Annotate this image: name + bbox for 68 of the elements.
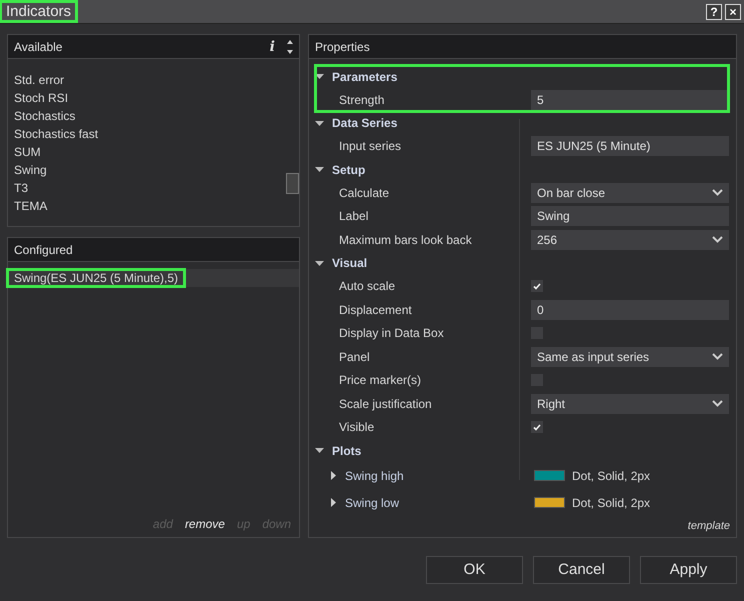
category-heading: Setup bbox=[332, 162, 366, 176]
indicator-list-item[interactable]: Stochastics fast bbox=[14, 125, 285, 143]
collapse-triangle-icon[interactable] bbox=[315, 72, 324, 81]
dropdown[interactable]: 256 bbox=[531, 230, 729, 250]
property-label: Calculate bbox=[339, 186, 390, 200]
property-label: Maximum bars look back bbox=[339, 232, 472, 247]
checkbox[interactable] bbox=[531, 280, 543, 292]
category-heading: Visual bbox=[332, 256, 368, 270]
collapse-triangle-icon[interactable] bbox=[315, 118, 324, 128]
color-swatch[interactable] bbox=[534, 497, 565, 508]
text-field[interactable]: 0 bbox=[531, 300, 729, 320]
expand-triangle-icon[interactable] bbox=[331, 471, 337, 480]
checkbox[interactable] bbox=[531, 421, 543, 434]
expand-triangle-icon[interactable] bbox=[331, 498, 337, 507]
indicator-list-item[interactable]: Stoch RSI bbox=[14, 89, 285, 107]
text-field[interactable]: Swing bbox=[531, 206, 729, 226]
color-swatch[interactable] bbox=[534, 470, 565, 481]
plot-style-text: Dot, Solid, 2px bbox=[572, 496, 650, 510]
panel-title: Properties bbox=[315, 40, 371, 54]
text-field[interactable]: ES JUN25 (5 Minute) bbox=[531, 136, 729, 156]
dialog-button[interactable]: Apply bbox=[640, 556, 737, 584]
panel-title: Configured bbox=[14, 242, 74, 256]
collapse-triangle-icon[interactable] bbox=[315, 258, 324, 268]
text-field[interactable]: 5 bbox=[531, 90, 729, 110]
configured-indicator-row[interactable]: Swing(ES JUN25 (5 Minute),5) bbox=[8, 269, 299, 287]
template-link[interactable]: template bbox=[688, 520, 730, 532]
property-label: Panel bbox=[339, 350, 370, 364]
collapse-triangle-icon[interactable] bbox=[315, 165, 324, 174]
property-label: Scale justification bbox=[339, 396, 432, 411]
window-title: Indicators bbox=[1, 2, 76, 21]
property-label: Label bbox=[339, 209, 368, 224]
scroll-arrows-icon[interactable] bbox=[285, 38, 295, 56]
panel-title: Available bbox=[14, 40, 64, 54]
indicator-list-item[interactable]: T3 bbox=[14, 179, 285, 197]
property-label: Display in Data Box bbox=[339, 326, 444, 340]
indicator-list-item[interactable]: SUM bbox=[14, 143, 285, 161]
dialog-button[interactable]: Cancel bbox=[533, 556, 630, 584]
configured-indicator-label: Swing(ES JUN25 (5 Minute),5) bbox=[8, 270, 184, 286]
info-button[interactable]: i bbox=[270, 38, 275, 54]
close-button[interactable]: × bbox=[725, 4, 741, 20]
plot-style-text: Dot, Solid, 2px bbox=[572, 468, 650, 482]
dropdown[interactable]: Same as input series bbox=[531, 346, 729, 367]
collapse-triangle-icon[interactable] bbox=[315, 446, 324, 455]
property-label: Swing high bbox=[345, 468, 404, 482]
dialog-button[interactable]: OK bbox=[426, 556, 523, 584]
indicator-list-item[interactable]: TEMA bbox=[14, 197, 285, 215]
property-label: Auto scale bbox=[339, 279, 396, 294]
chevron-down-icon[interactable] bbox=[712, 400, 723, 408]
category-heading: Data Series bbox=[332, 116, 398, 130]
property-label: Price marker(s) bbox=[339, 373, 422, 388]
dropdown[interactable]: On bar close bbox=[531, 182, 729, 203]
scrollbar-thumb[interactable] bbox=[286, 173, 299, 194]
indicator-list-item[interactable]: Stochastics bbox=[14, 107, 285, 125]
property-label: Visible bbox=[339, 420, 374, 434]
property-label: Displacement bbox=[339, 302, 412, 317]
chevron-down-icon[interactable] bbox=[712, 236, 723, 244]
chevron-down-icon[interactable] bbox=[712, 353, 723, 360]
property-label: Strength bbox=[339, 92, 384, 107]
help-button[interactable]: ? bbox=[706, 4, 722, 20]
dropdown[interactable]: Right bbox=[531, 394, 729, 414]
property-label: Swing low bbox=[345, 496, 400, 510]
indicator-list-item[interactable]: Std. error bbox=[14, 71, 285, 89]
category-heading: Parameters bbox=[332, 70, 398, 84]
indicator-list-item[interactable]: Swing bbox=[14, 161, 285, 179]
action-link[interactable]: remove bbox=[184, 517, 225, 531]
property-label: Input series bbox=[339, 139, 402, 154]
category-heading: Plots bbox=[332, 444, 362, 458]
chevron-down-icon[interactable] bbox=[712, 189, 723, 196]
